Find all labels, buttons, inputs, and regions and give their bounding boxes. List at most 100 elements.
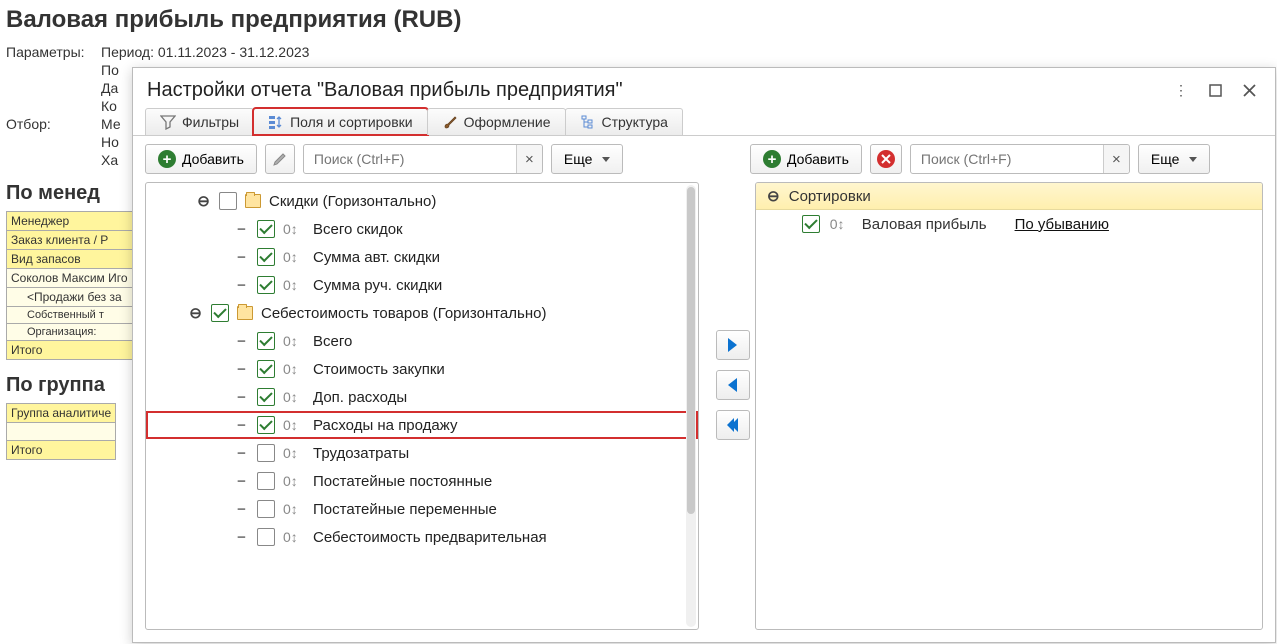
brush-icon: [442, 114, 458, 130]
tab-design-label: Оформление: [464, 114, 551, 130]
add-field-button[interactable]: + Добавить: [145, 144, 257, 174]
tab-filters[interactable]: Фильтры: [145, 108, 254, 135]
chevron-down-icon: [602, 157, 610, 162]
arrow-left-icon: [728, 378, 737, 392]
params-period: Период: 01.11.2023 - 31.12.2023: [101, 44, 309, 60]
funnel-icon: [160, 114, 176, 130]
tree-item[interactable]: −0↕Всего: [146, 327, 698, 355]
sort-indicator-icon: 0↕: [283, 445, 305, 461]
search-sort-input[interactable]: [910, 144, 1130, 174]
collapse-icon[interactable]: ⊖: [188, 304, 203, 322]
sort-indicator-icon: 0↕: [283, 473, 305, 489]
tree-item[interactable]: −0↕Постатейные переменные: [146, 495, 698, 523]
checkbox[interactable]: [257, 276, 275, 294]
delete-icon: [877, 150, 895, 168]
clear-search-icon[interactable]: ×: [1103, 145, 1129, 173]
item-label: Сумма руч. скидки: [313, 277, 442, 294]
edit-button[interactable]: [265, 144, 295, 174]
bg-line: Ко: [101, 98, 117, 114]
move-all-left-button[interactable]: [716, 410, 750, 440]
checkbox[interactable]: [257, 360, 275, 378]
maximize-icon[interactable]: [1201, 78, 1229, 102]
item-label: Трудозатраты: [313, 445, 409, 462]
checkbox[interactable]: [802, 215, 820, 233]
delete-sort-button[interactable]: [870, 144, 902, 174]
tree-item-selected[interactable]: −0↕Расходы на продажу: [146, 411, 698, 439]
fields-tree: ⊖ Скидки (Горизонтально) −0↕Всего скидок…: [146, 183, 698, 629]
bg-table-1: Менеджер Заказ клиента / Р Вид запасов С…: [6, 211, 133, 360]
sort-indicator-icon: 0↕: [283, 249, 305, 265]
tree-group[interactable]: ⊖ Себестоимость товаров (Горизонтально): [146, 299, 698, 327]
kebab-menu-icon[interactable]: ⋮: [1167, 78, 1195, 102]
bg-table-2: Группа аналитиче Итого: [6, 403, 116, 460]
sort-direction[interactable]: По убыванию: [1015, 216, 1109, 233]
checkbox[interactable]: [257, 444, 275, 462]
more-label: Еще: [1151, 151, 1180, 167]
folder-icon: [245, 194, 261, 208]
sort-item[interactable]: 0↕ Валовая прибыль По убыванию: [756, 210, 1262, 238]
folder-icon: [237, 306, 253, 320]
checkbox[interactable]: [257, 416, 275, 434]
params-label: Параметры:: [6, 44, 101, 60]
checkbox[interactable]: [257, 528, 275, 546]
more-left-button[interactable]: Еще: [551, 144, 624, 174]
tabs: Фильтры Поля и сортировки Оформление Стр…: [133, 108, 1275, 136]
arrow-left-icon: [731, 418, 738, 432]
sort-indicator-icon: 0↕: [283, 361, 305, 377]
item-label: Всего скидок: [313, 221, 403, 238]
item-label: Всего: [313, 333, 352, 350]
search-fields-input[interactable]: [303, 144, 543, 174]
checkbox[interactable]: [211, 304, 229, 322]
arrow-right-icon: [728, 338, 737, 352]
tree-item[interactable]: −0↕Всего скидок: [146, 215, 698, 243]
tab-design[interactable]: Оформление: [427, 108, 566, 135]
sort-indicator-icon: 0↕: [830, 216, 852, 232]
tree-item[interactable]: −0↕Доп. расходы: [146, 383, 698, 411]
sort-indicator-icon: 0↕: [283, 333, 305, 349]
tab-structure[interactable]: Структура: [565, 108, 683, 135]
tree-item[interactable]: −0↕Себестоимость предварительная: [146, 523, 698, 551]
checkbox[interactable]: [257, 332, 275, 350]
checkbox[interactable]: [257, 500, 275, 518]
tab-filters-label: Фильтры: [182, 114, 239, 130]
more-right-button[interactable]: Еще: [1138, 144, 1211, 174]
tree-item[interactable]: −0↕Сумма авт. скидки: [146, 243, 698, 271]
plus-icon: +: [158, 150, 176, 168]
checkbox[interactable]: [257, 248, 275, 266]
add-sort-button[interactable]: + Добавить: [750, 144, 862, 174]
close-icon[interactable]: [1235, 78, 1263, 102]
tree-group[interactable]: ⊖ Скидки (Горизонтально): [146, 187, 698, 215]
bg-line: Ме: [101, 116, 121, 132]
collapse-icon[interactable]: ⊖: [196, 192, 211, 210]
tab-fields-sort[interactable]: Поля и сортировки: [253, 108, 428, 135]
tree-item[interactable]: −0↕Сумма руч. скидки: [146, 271, 698, 299]
bg-line: Но: [101, 134, 119, 150]
scrollbar-thumb[interactable]: [687, 187, 695, 514]
item-label: Стоимость закупки: [313, 361, 445, 378]
tab-structure-label: Структура: [602, 114, 668, 130]
checkbox[interactable]: [257, 220, 275, 238]
settings-dialog: Настройки отчета "Валовая прибыль предпр…: [132, 67, 1276, 643]
move-right-button[interactable]: [716, 330, 750, 360]
add-label: Добавить: [787, 151, 849, 167]
tab-fields-label: Поля и сортировки: [290, 114, 413, 130]
tree-item[interactable]: −0↕Трудозатраты: [146, 439, 698, 467]
dialog-title: Настройки отчета "Валовая прибыль предпр…: [147, 79, 1161, 102]
checkbox[interactable]: [257, 472, 275, 490]
checkbox[interactable]: [219, 192, 237, 210]
more-label: Еще: [564, 151, 593, 167]
clear-search-icon[interactable]: ×: [516, 145, 542, 173]
tree-item[interactable]: −0↕Постатейные постоянные: [146, 467, 698, 495]
tree-item[interactable]: −0↕Стоимость закупки: [146, 355, 698, 383]
sort-item-label: Валовая прибыль: [862, 216, 987, 233]
item-label: Доп. расходы: [313, 389, 407, 406]
scrollbar[interactable]: [686, 185, 696, 627]
collapse-icon[interactable]: ⊖: [766, 187, 781, 205]
group-label: Себестоимость товаров (Горизонтально): [261, 305, 546, 322]
move-left-button[interactable]: [716, 370, 750, 400]
add-label: Добавить: [182, 151, 244, 167]
plus-icon: +: [763, 150, 781, 168]
checkbox[interactable]: [257, 388, 275, 406]
bg-line: Ха: [101, 152, 118, 168]
sort-header[interactable]: ⊖ Сортировки: [756, 183, 1262, 210]
